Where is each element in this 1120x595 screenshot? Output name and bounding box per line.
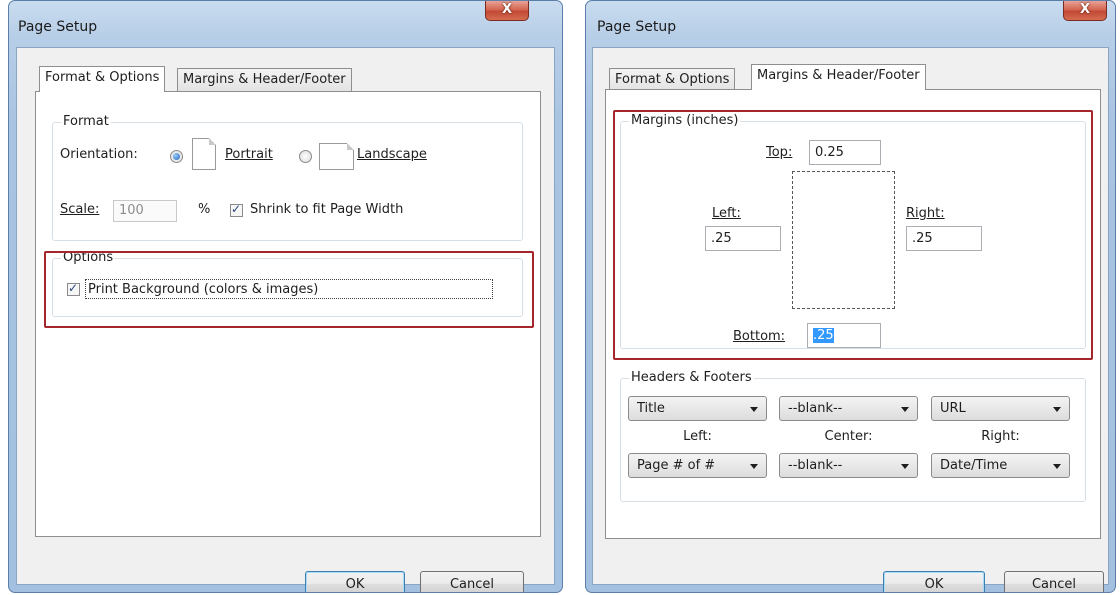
cancel-button[interactable]: Cancel <box>1004 571 1104 592</box>
footer-left-value: Page # of # <box>637 458 716 473</box>
header-left-select[interactable]: Title <box>628 396 767 421</box>
options-highlight-box <box>44 251 534 328</box>
footer-center-value: --blank-- <box>788 458 843 473</box>
chevron-down-icon <box>901 464 909 469</box>
footer-left-select[interactable]: Page # of # <box>628 453 767 478</box>
chevron-down-icon <box>750 464 758 469</box>
shrink-to-fit-checkbox[interactable] <box>230 202 243 217</box>
dialog-client-area: Format & Options Margins & Header/Footer… <box>16 47 555 592</box>
dialog-title: Page Setup <box>597 19 677 35</box>
portrait-radio[interactable] <box>170 150 183 163</box>
chevron-down-icon <box>901 407 909 412</box>
ok-button[interactable]: OK <box>305 571 405 592</box>
landscape-radio[interactable] <box>299 150 312 163</box>
tab-margins-header-footer[interactable]: Margins & Header/Footer <box>177 68 352 92</box>
tab-panel-format-options: Format Orientation: Portrait Landscape S… <box>35 91 541 537</box>
tab-margins-header-footer[interactable]: Margins & Header/Footer <box>751 64 926 90</box>
header-right-select[interactable]: URL <box>931 396 1070 421</box>
scale-label: Scale: <box>60 202 100 217</box>
header-left-value: Title <box>637 401 665 416</box>
headers-footers-group: Headers & Footers Title --blank-- URL Le… <box>620 370 1086 502</box>
footer-right-caption: Right: <box>981 429 1020 444</box>
landscape-page-icon <box>319 143 354 170</box>
close-icon: X <box>501 2 513 17</box>
landscape-label[interactable]: Landscape <box>357 147 427 162</box>
chevron-down-icon <box>1053 407 1061 412</box>
footer-left-caption: Left: <box>683 429 712 444</box>
header-center-value: --blank-- <box>788 401 843 416</box>
chevron-down-icon <box>1053 464 1061 469</box>
footer-center-caption: Center: <box>824 429 873 444</box>
footer-right-value: Date/Time <box>940 458 1008 473</box>
header-right-value: URL <box>940 401 966 416</box>
close-button[interactable]: X <box>485 1 529 21</box>
portrait-label[interactable]: Portrait <box>225 147 273 162</box>
cancel-button[interactable]: Cancel <box>420 571 524 592</box>
close-icon: X <box>1079 2 1091 17</box>
footer-right-select[interactable]: Date/Time <box>931 453 1070 478</box>
close-button[interactable]: X <box>1063 1 1107 21</box>
format-group-label: Format <box>61 114 111 130</box>
scale-unit: % <box>198 202 211 217</box>
scale-input[interactable]: 100 <box>113 200 177 222</box>
tab-panel-margins: Margins (inches) Top: 0.25 Left: .25 Rig… <box>605 89 1101 539</box>
footer-center-select[interactable]: --blank-- <box>779 453 918 478</box>
tab-format-options[interactable]: Format & Options <box>39 66 166 92</box>
page-setup-dialog-margins: Page Setup X Format & Options Margins & … <box>585 0 1116 593</box>
header-center-select[interactable]: --blank-- <box>779 396 918 421</box>
format-group: Format Orientation: Portrait Landscape S… <box>52 114 523 241</box>
margins-highlight-box <box>613 110 1093 360</box>
chevron-down-icon <box>750 407 758 412</box>
headers-footers-group-label: Headers & Footers <box>629 370 754 386</box>
dialog-title: Page Setup <box>18 19 98 35</box>
dialog-client-area: Format & Options Margins & Header/Footer… <box>592 47 1109 592</box>
orientation-label: Orientation: <box>60 147 138 162</box>
ok-button[interactable]: OK <box>883 571 985 592</box>
shrink-to-fit-label[interactable]: Shrink to fit Page Width <box>250 202 403 217</box>
portrait-page-icon <box>192 138 216 170</box>
page-setup-dialog-format: Page Setup X Format & Options Margins & … <box>8 0 563 593</box>
